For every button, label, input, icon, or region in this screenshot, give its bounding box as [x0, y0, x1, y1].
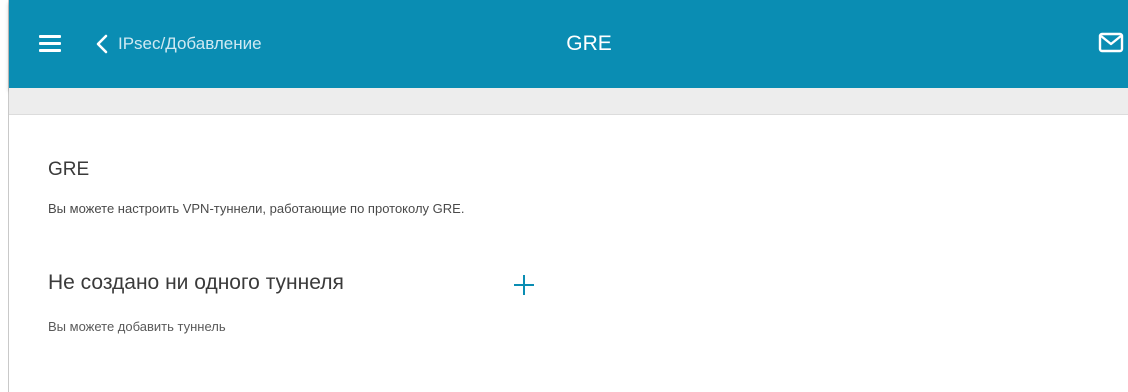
top-bar: IPsec/Добавление GRE — [9, 0, 1128, 88]
hamburger-menu-icon[interactable] — [39, 35, 61, 53]
back-link[interactable]: IPsec/Добавление — [96, 30, 262, 58]
page-background-band — [9, 88, 1128, 114]
plus-icon[interactable] — [511, 272, 537, 298]
back-link-label: IPsec/Добавление — [118, 34, 262, 53]
app-window: IPsec/Добавление GRE GRE Вы можете настр… — [0, 0, 1128, 392]
chevron-left-icon — [96, 34, 108, 54]
section-description: Вы можете настроить VPN-туннели, работаю… — [48, 201, 465, 216]
section-title: GRE — [48, 159, 90, 180]
empty-state-title: Не создано ни одного туннеля — [48, 271, 344, 294]
mail-icon[interactable] — [1098, 32, 1124, 54]
empty-state-description: Вы можете добавить туннель — [48, 319, 226, 334]
content-card: GRE Вы можете настроить VPN-туннели, раб… — [9, 114, 1128, 392]
page-title: GRE — [566, 32, 612, 55]
